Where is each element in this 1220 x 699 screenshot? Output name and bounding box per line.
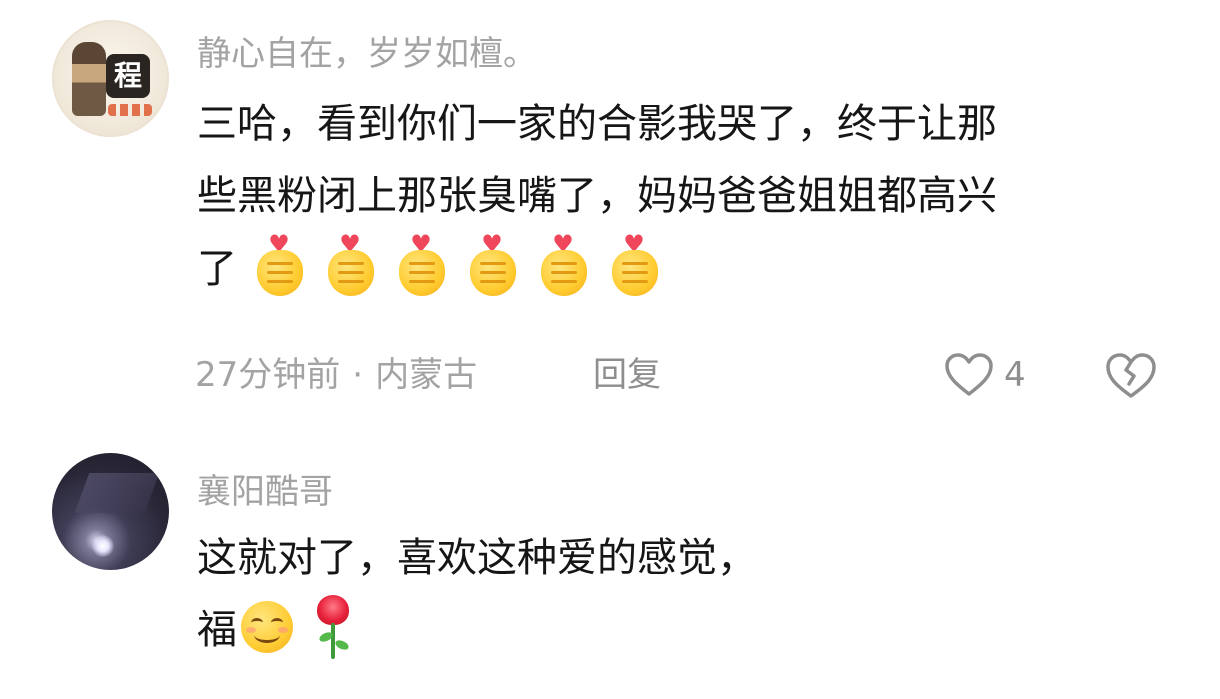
comment-time: 27分钟前 <box>195 355 341 395</box>
heart-outline-icon <box>945 353 993 396</box>
heart-hands-icon: ♥ <box>255 232 305 296</box>
avatar-badge: 程 <box>106 54 150 98</box>
comment-line: 三哈，看到你们一家的合影我哭了，终于让那 <box>197 101 997 147</box>
avatar-figure <box>72 42 106 116</box>
avatar[interactable] <box>52 453 169 570</box>
dislike-button[interactable] <box>1104 348 1158 402</box>
avatar-decoration <box>108 104 152 116</box>
comment-line: 这就对了，喜欢这种爱的感觉， <box>197 535 757 581</box>
comment-text: 这就对了，喜欢这种爱的感觉， 福 <box>197 522 757 666</box>
heart-hands-icon: ♥ <box>468 232 518 296</box>
avatar[interactable]: 程 <box>52 20 169 137</box>
comment-item: 程 静心自在，岁岁如檀。 三哈，看到你们一家的合影我哭了，终于让那 些黑粉闭上那… <box>0 0 1220 430</box>
comment-location: 内蒙古 <box>375 355 478 395</box>
comment-line: 些黑粉闭上那张臭嘴了，妈妈爸爸姐姐都高兴 <box>197 173 997 219</box>
heart-hands-icon: ♥ <box>326 232 376 296</box>
avatar-light <box>92 535 114 557</box>
meta-separator: · <box>352 355 364 395</box>
heart-hands-icon: ♥ <box>610 232 660 296</box>
reply-button[interactable]: 回复 <box>593 352 661 398</box>
avatar-decoration <box>74 473 160 513</box>
like-count: 4 <box>1004 355 1026 395</box>
comment-line-text: 福 <box>197 607 237 653</box>
comment-line-with-emoji: 了 ♥ ♥ ♥ ♥ ♥ ♥ <box>197 232 997 304</box>
comment-line-with-emoji: 福 <box>197 594 757 666</box>
broken-heart-icon <box>1106 353 1156 398</box>
heart-hands-icon: ♥ <box>397 232 447 296</box>
comment-text: 三哈，看到你们一家的合影我哭了，终于让那 些黑粉闭上那张臭嘴了，妈妈爸爸姐姐都高… <box>197 88 997 304</box>
comment-meta: 27分钟前 · 内蒙古 <box>195 352 477 398</box>
like-button[interactable]: 4 <box>944 347 1026 403</box>
comment-item: 襄阳酷哥 这就对了，喜欢这种爱的感觉， 福 <box>0 430 1220 699</box>
heart-hands-icon: ♥ <box>539 232 589 296</box>
smiling-face-icon <box>241 601 293 653</box>
comment-username[interactable]: 静心自在，岁岁如檀。 <box>197 26 537 75</box>
comment-line-text: 了 <box>197 246 237 292</box>
comment-username[interactable]: 襄阳酷哥 <box>197 464 333 513</box>
rose-icon <box>311 595 355 661</box>
